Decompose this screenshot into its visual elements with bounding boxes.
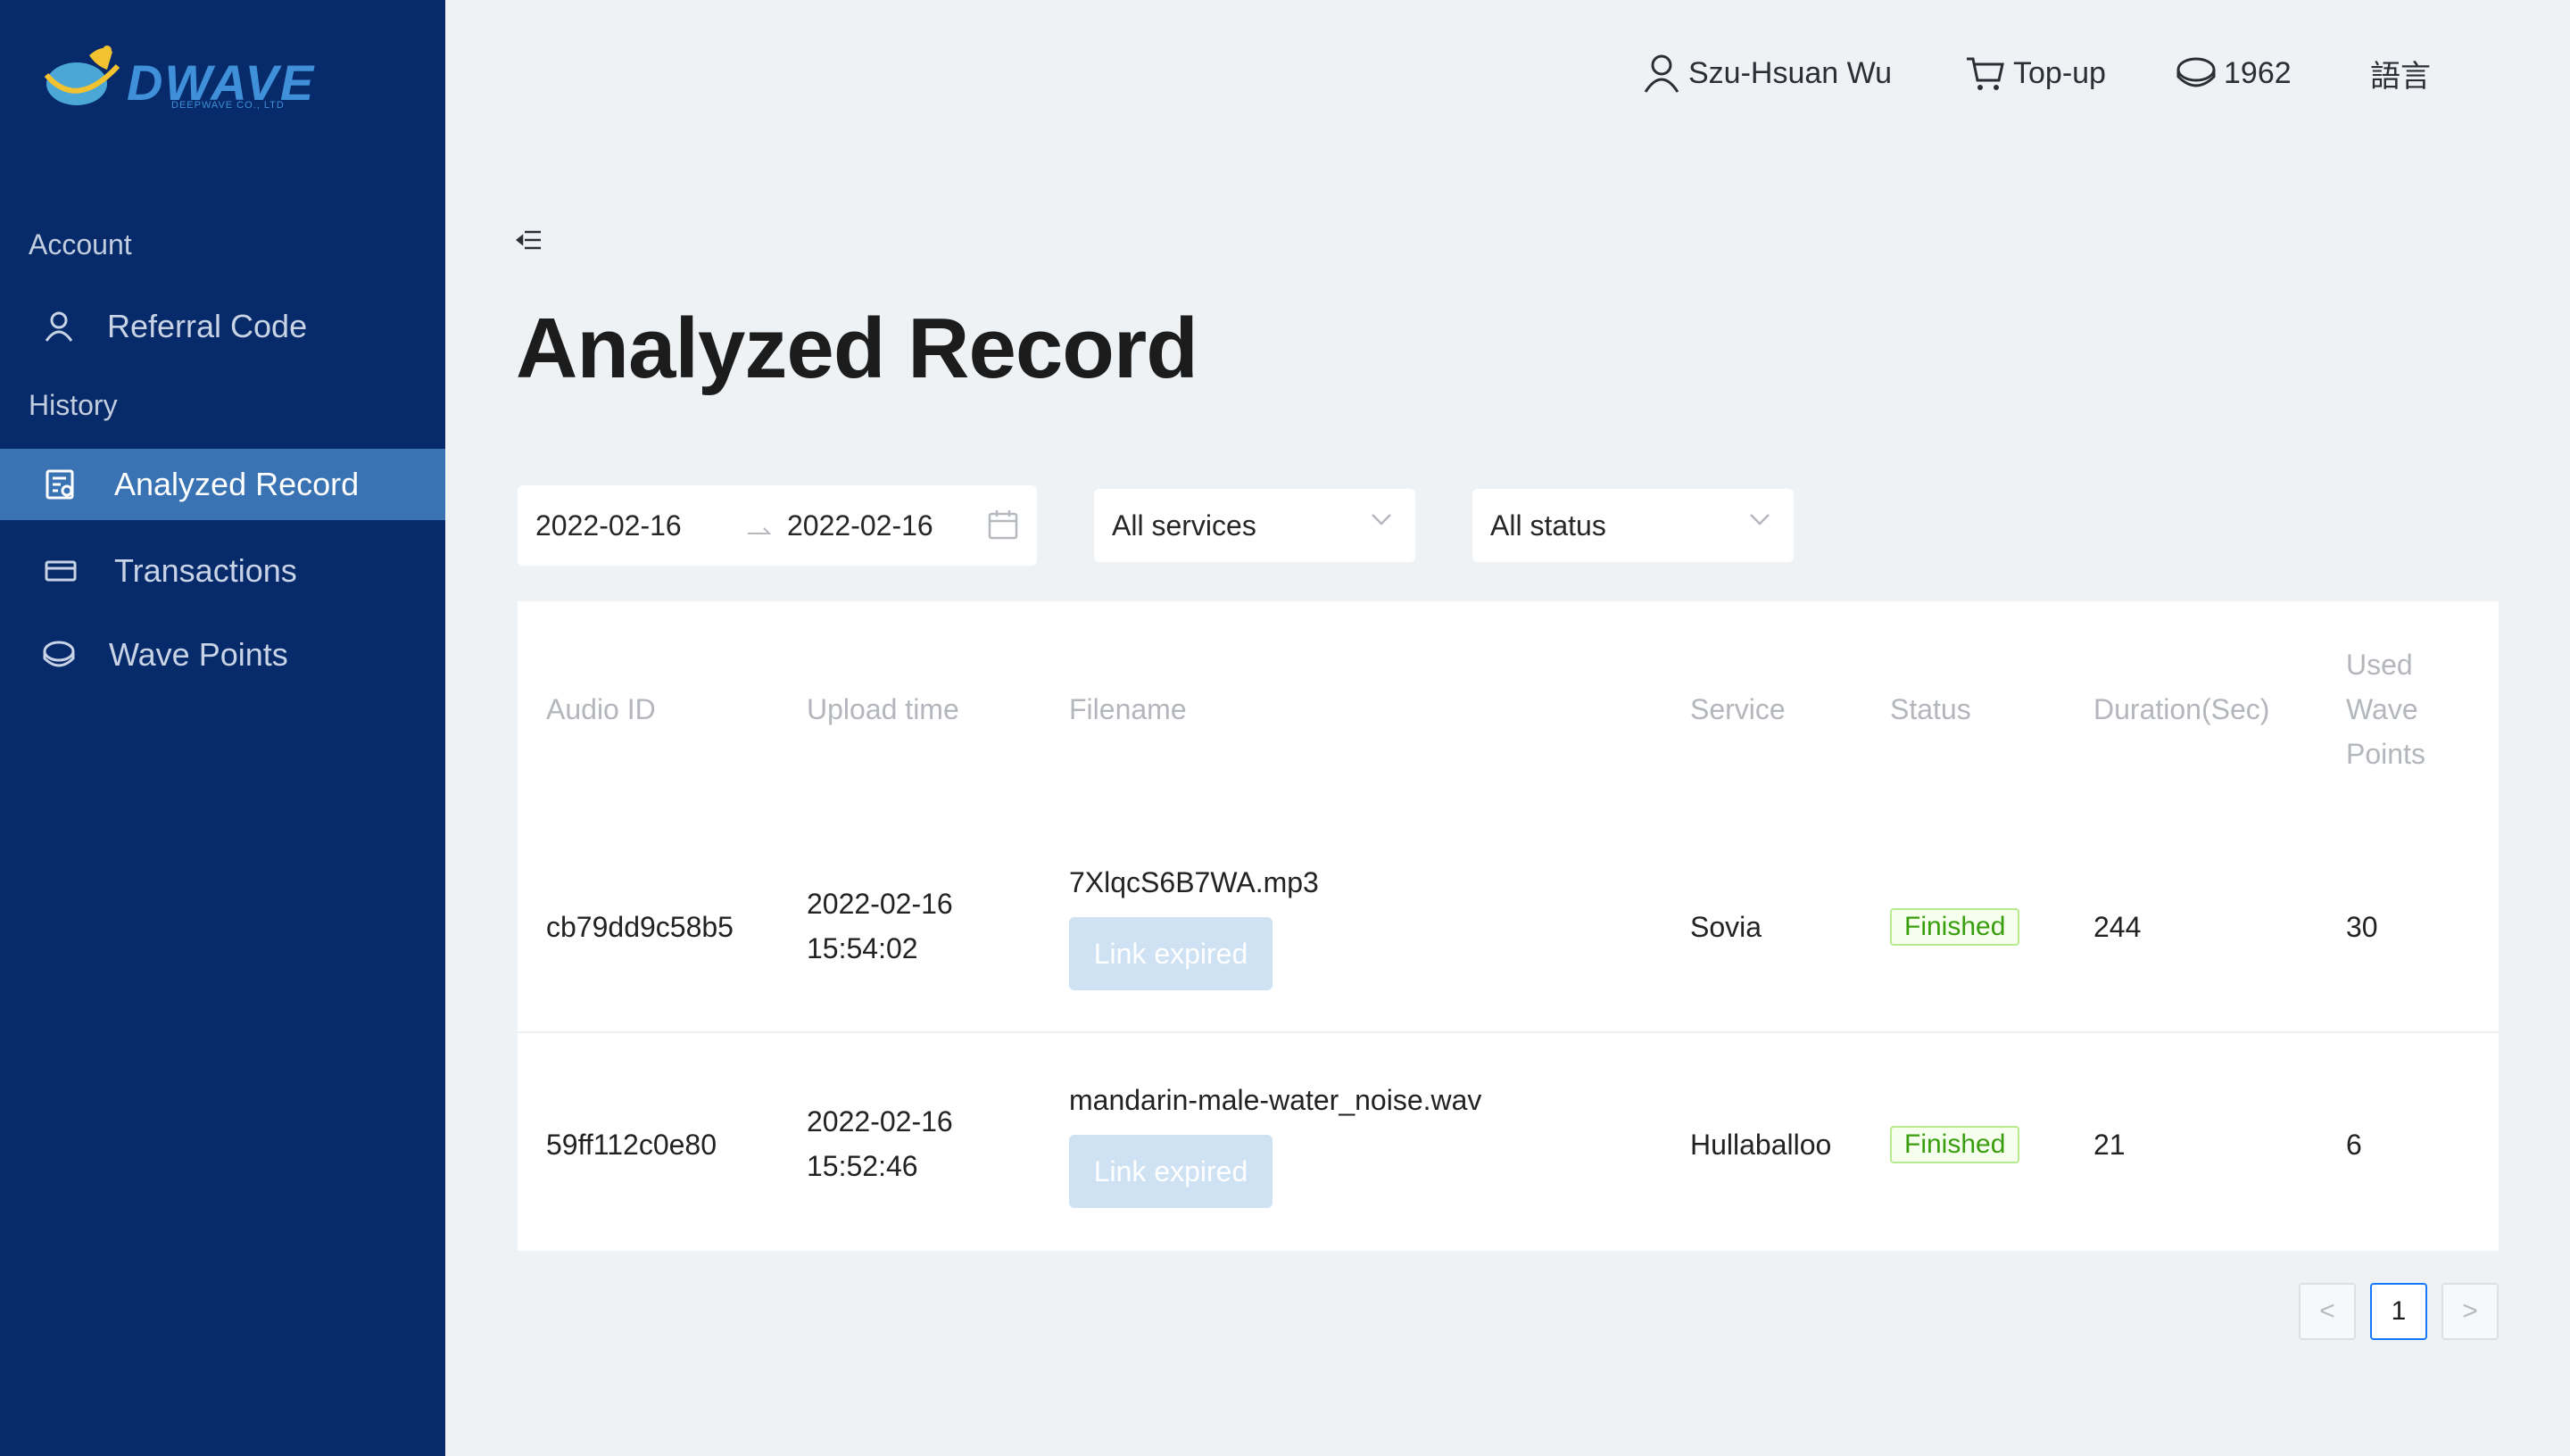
filename: mandarin-male-water_noise.wav	[1069, 1084, 1482, 1116]
col-upload-time: Upload time	[807, 693, 959, 725]
card-icon	[43, 553, 79, 589]
coin-icon	[41, 637, 77, 673]
upload-time: 15:52:46	[807, 1150, 918, 1182]
duration: 21	[2093, 1129, 2126, 1161]
logo-icon	[44, 46, 120, 105]
col-service: Service	[1690, 693, 1786, 725]
coin-icon	[2176, 57, 2216, 87]
page-title: Analyzed Record	[516, 301, 1198, 396]
pagination-page-1[interactable]: 1	[2370, 1283, 2427, 1340]
user-icon	[41, 309, 77, 344]
status-select-value: All status	[1490, 509, 1606, 542]
arrow-right-icon	[748, 527, 772, 534]
points-value: 1962	[2224, 55, 2292, 90]
logo[interactable]: DWAVE DEEPWAVE CO., LTD	[37, 39, 313, 120]
date-range-picker[interactable]: 2022-02-16 2022-02-16	[518, 485, 1037, 566]
language-switch[interactable]: 語言	[2370, 50, 2431, 96]
used-points: 30	[2346, 911, 2378, 943]
sidebar-item-label: Analyzed Record	[114, 466, 360, 502]
calendar-icon	[988, 510, 1018, 540]
link-expired-button[interactable]: Link expired	[1069, 917, 1273, 990]
filename: 7XlqcS6B7WA.mp3	[1069, 866, 1319, 898]
link-expired-button[interactable]: Link expired	[1069, 1135, 1273, 1208]
col-used-line: Used	[2346, 649, 2413, 681]
row-divider	[518, 1031, 2499, 1033]
nav-group-account: Account	[29, 228, 132, 261]
audio-id: cb79dd9c58b5	[546, 911, 734, 943]
used-points: 6	[2346, 1129, 2362, 1161]
col-used-wave-points: Used Wave Points	[2346, 642, 2425, 776]
date-end[interactable]: 2022-02-16	[787, 509, 933, 542]
status-select[interactable]: All status	[1472, 489, 1794, 562]
sidebar-item-analyzed-record[interactable]: Analyzed Record	[0, 449, 445, 520]
record-search-icon	[43, 467, 79, 502]
user-menu[interactable]: Szu-Hsuan Wu	[1642, 50, 1892, 96]
sidebar-item-label: Transactions	[114, 552, 297, 589]
sidebar-item-transactions[interactable]: Transactions	[0, 535, 445, 607]
nav-group-history: History	[29, 389, 118, 421]
topup-button[interactable]: Top-up	[1965, 50, 2106, 96]
sidebar: DWAVE DEEPWAVE CO., LTD Account Referral…	[0, 0, 445, 1456]
menu-fold-icon[interactable]	[515, 228, 544, 253]
points-display[interactable]: 1962	[2176, 50, 2292, 96]
service: Sovia	[1690, 911, 1762, 943]
col-used-line: Wave	[2346, 693, 2418, 725]
sidebar-item-wave-points[interactable]: Wave Points	[0, 619, 445, 691]
col-status: Status	[1890, 693, 1971, 725]
logo-tagline: DEEPWAVE CO., LTD	[171, 100, 285, 111]
service-select-value: All services	[1112, 509, 1256, 542]
cart-icon	[1967, 57, 2004, 90]
duration: 244	[2093, 911, 2142, 943]
col-used-line: Points	[2346, 738, 2425, 770]
sidebar-item-label: Referral Code	[107, 308, 308, 344]
upload-date: 2022-02-16	[807, 1105, 953, 1138]
chevron-down-icon	[1372, 514, 1391, 525]
pagination-prev[interactable]: <	[2299, 1283, 2356, 1340]
col-filename: Filename	[1069, 693, 1187, 725]
status-badge: Finished	[1890, 1126, 2020, 1163]
upload-date: 2022-02-16	[807, 888, 953, 920]
date-start[interactable]: 2022-02-16	[535, 509, 682, 542]
records-table: Audio ID Upload time Filename Service St…	[518, 601, 2499, 1251]
sidebar-item-referral-code[interactable]: Referral Code	[0, 291, 445, 362]
upload-time: 15:54:02	[807, 932, 918, 964]
audio-id: 59ff112c0e80	[546, 1129, 717, 1161]
sidebar-item-label: Wave Points	[109, 636, 288, 673]
col-audio-id: Audio ID	[546, 693, 656, 725]
user-name: Szu-Hsuan Wu	[1688, 55, 1893, 90]
status-badge: Finished	[1890, 908, 2020, 946]
col-duration: Duration(Sec)	[2093, 693, 2270, 725]
chevron-down-icon	[1750, 514, 1770, 525]
user-icon	[1644, 54, 1679, 93]
service-select[interactable]: All services	[1094, 489, 1415, 562]
language-label: 語言	[2370, 59, 2431, 94]
topup-label: Top-up	[2013, 55, 2106, 90]
pagination-next[interactable]: >	[2442, 1283, 2499, 1340]
service: Hullaballoo	[1690, 1129, 1832, 1161]
